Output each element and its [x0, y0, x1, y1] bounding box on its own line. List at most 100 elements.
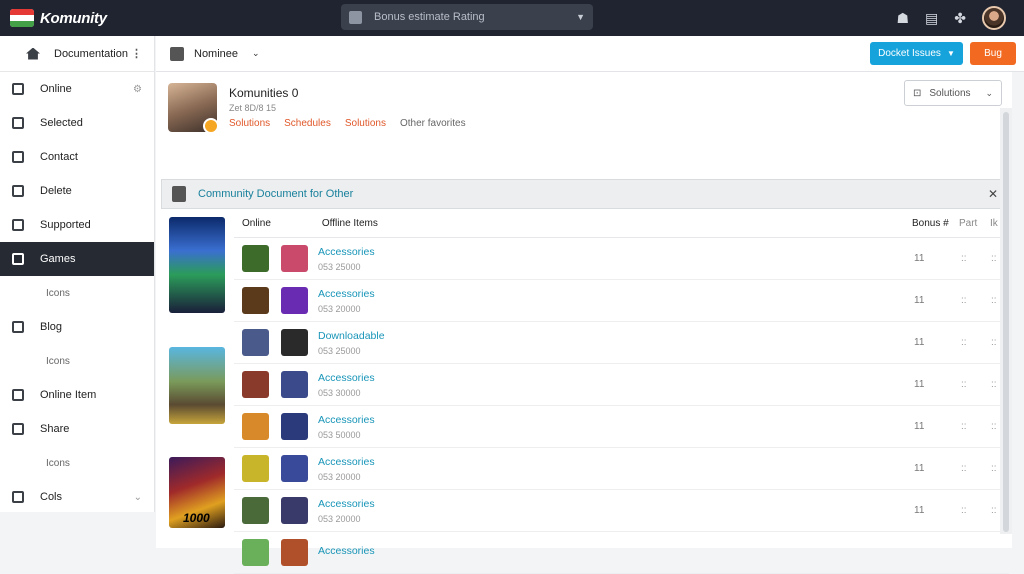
menu-item-icon — [12, 321, 24, 333]
sidebar-item[interactable]: Delete — [0, 174, 154, 208]
sidebar-item-label: Online — [40, 83, 72, 95]
table-row[interactable]: Accessories 053 25000 11:::: — [234, 238, 1009, 280]
item-thumbnail[interactable] — [281, 371, 308, 398]
item-thumbnail[interactable] — [242, 539, 269, 566]
table-row[interactable]: Accessories 053 20000 11:::: — [234, 280, 1009, 322]
item-thumbnail[interactable] — [242, 287, 269, 314]
game-cover-image[interactable] — [169, 347, 225, 424]
toolbar-label[interactable]: Nominee — [194, 48, 238, 60]
item-thumbnail[interactable] — [242, 497, 269, 524]
sidebar-subitem[interactable]: Icons — [0, 446, 154, 480]
primary-button[interactable]: Docket Issues ▼ — [870, 42, 963, 65]
item-thumbnail[interactable] — [281, 497, 308, 524]
row-title[interactable]: Downloadable — [318, 330, 385, 342]
row-ik-value: :: — [991, 421, 997, 432]
sidebar-item[interactable]: Online ⚙ — [0, 72, 154, 106]
app-logo[interactable]: Komunity — [10, 0, 107, 36]
column-header[interactable]: Online — [242, 218, 271, 229]
item-thumbnail[interactable] — [242, 371, 269, 398]
document-icon[interactable]: ▤ — [925, 10, 938, 27]
dropdown-label: Solutions — [929, 87, 971, 99]
row-text: Accessories 053 30000 — [318, 372, 375, 398]
column-header[interactable]: Bonus # — [912, 218, 949, 229]
games-table: Online Offline Items Bonus # Part Ik Acc… — [234, 209, 1009, 574]
sidebar-item[interactable]: Games — [0, 242, 154, 276]
chevron-down-icon[interactable]: ▼ — [576, 12, 585, 22]
secondary-button[interactable]: Bug — [970, 42, 1016, 65]
sidebar-list: Online ⚙ Selected Contact Delete Supported Gam… — [0, 72, 154, 514]
row-bonus-value: 11 — [914, 253, 925, 264]
sidebar-item[interactable]: Share — [0, 412, 154, 446]
profile-tag[interactable]: Schedules — [284, 118, 331, 129]
sidebar-item-label: Games — [40, 253, 76, 265]
item-thumbnail[interactable] — [242, 413, 269, 440]
notice-text[interactable]: Community Document for Other — [198, 188, 353, 200]
column-header[interactable]: Ik — [990, 218, 998, 229]
sidebar-item-indicator[interactable]: ⌄ — [134, 492, 142, 503]
profile-tag[interactable]: Solutions — [345, 118, 386, 129]
table-row[interactable]: Accessories — [234, 532, 1009, 574]
sidebar-subitem[interactable]: Icons — [0, 344, 154, 378]
column-header[interactable]: Part — [959, 218, 977, 229]
game-cover-image[interactable] — [169, 217, 225, 313]
row-title[interactable]: Accessories — [318, 372, 375, 384]
item-thumbnail[interactable] — [281, 329, 308, 356]
scrollbar-thumb[interactable] — [1003, 112, 1009, 532]
people-icon[interactable]: ☗ — [896, 10, 909, 27]
table-row[interactable]: Accessories 053 20000 11:::: — [234, 490, 1009, 532]
row-title[interactable]: Accessories — [318, 288, 375, 300]
profile-tag[interactable]: Other favorites — [400, 118, 466, 129]
menu-item-icon — [12, 253, 24, 265]
puzzle-icon[interactable]: ✤ — [954, 10, 966, 27]
sidebar-item[interactable]: Blog — [0, 310, 154, 344]
sidebar-header[interactable]: Documentation ⋮ — [0, 36, 154, 72]
row-title[interactable]: Accessories — [318, 456, 375, 468]
item-thumbnail[interactable] — [281, 413, 308, 440]
solutions-dropdown[interactable]: ⊡ Solutions ⌄ — [904, 80, 1002, 106]
row-title[interactable]: Accessories — [318, 246, 375, 258]
row-title[interactable]: Accessories — [318, 545, 375, 557]
item-thumbnail[interactable] — [281, 455, 308, 482]
row-title[interactable]: Accessories — [318, 414, 375, 426]
scrollbar[interactable] — [1000, 108, 1012, 534]
row-bonus-value: 11 — [914, 337, 925, 348]
close-icon[interactable]: ✕ — [988, 187, 998, 201]
profile-avatar[interactable] — [168, 82, 219, 134]
sidebar: Documentation ⋮ Online ⚙ Selected Contact De… — [0, 36, 155, 512]
item-thumbnail[interactable] — [281, 287, 308, 314]
sidebar-item[interactable]: Online Item — [0, 378, 154, 412]
table-row[interactable]: Accessories 053 20000 11:::: — [234, 448, 1009, 490]
game-cover-image[interactable]: 1000 — [169, 457, 225, 528]
sidebar-item[interactable]: Contact — [0, 140, 154, 174]
sidebar-subitem[interactable]: Icons — [0, 276, 154, 310]
row-bonus-value: 11 — [914, 379, 925, 390]
sidebar-item-label: Supported — [40, 219, 91, 231]
row-text: Accessories 053 20000 — [318, 456, 375, 482]
row-title[interactable]: Accessories — [318, 498, 375, 510]
item-thumbnail[interactable] — [281, 539, 308, 566]
profile-tag[interactable]: Solutions — [229, 118, 270, 129]
item-thumbnail[interactable] — [242, 455, 269, 482]
table-row[interactable]: Accessories 053 50000 11:::: — [234, 406, 1009, 448]
column-header[interactable]: Offline Items — [322, 218, 378, 229]
table-row[interactable]: Downloadable 053 25000 11:::: — [234, 322, 1009, 364]
sidebar-item-indicator[interactable]: ⚙ — [133, 84, 142, 95]
item-thumbnail[interactable] — [281, 245, 308, 272]
sidebar-item[interactable]: Supported — [0, 208, 154, 242]
sidebar-item[interactable]: Selected — [0, 106, 154, 140]
user-avatar[interactable] — [982, 6, 1006, 30]
item-thumbnail[interactable] — [242, 329, 269, 356]
sidebar-item[interactable]: Cols ⌄ — [0, 480, 154, 514]
profile-subtitle: Zet 8D/8 15 — [229, 102, 277, 113]
item-thumbnail[interactable] — [242, 245, 269, 272]
more-icon[interactable]: ⋮ — [131, 47, 142, 60]
row-part-value: :: — [961, 505, 967, 516]
top-icon-group: ☗ ▤ ✤ — [896, 0, 1006, 36]
table-row[interactable]: Accessories 053 30000 11:::: — [234, 364, 1009, 406]
notice-banner: Community Document for Other ✕ — [161, 179, 1009, 209]
row-subtitle: 053 50000 — [318, 429, 361, 440]
menu-item-icon — [12, 151, 24, 163]
chevron-down-icon[interactable]: ⌄ — [252, 48, 260, 59]
search-input[interactable]: Bonus estimate Rating ▼ — [341, 4, 593, 30]
row-subtitle: 053 30000 — [318, 387, 361, 398]
